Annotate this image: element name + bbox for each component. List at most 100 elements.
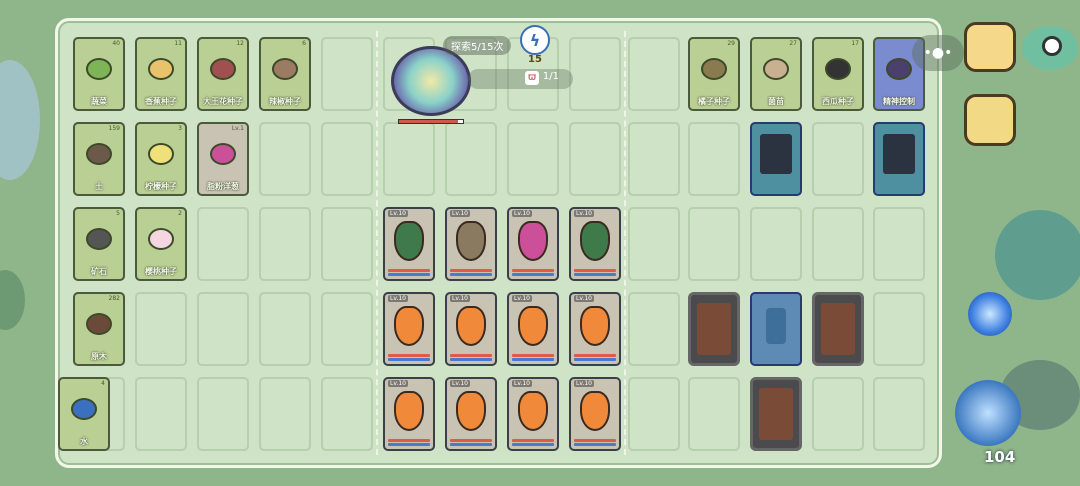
card-label: 菌苗 bbox=[768, 97, 784, 106]
explore-portal[interactable] bbox=[391, 46, 471, 116]
empty-slot[interactable] bbox=[873, 292, 925, 366]
empty-slot[interactable] bbox=[688, 377, 740, 451]
empty-slot[interactable] bbox=[445, 122, 497, 196]
empty-slot[interactable] bbox=[628, 377, 680, 451]
unit-card[interactable]: Lv.10 bbox=[569, 207, 621, 281]
farm-plot[interactable] bbox=[688, 292, 740, 366]
empty-slot[interactable] bbox=[197, 377, 249, 451]
empty-slot[interactable] bbox=[135, 377, 187, 451]
empty-slot[interactable] bbox=[259, 207, 311, 281]
empty-slot[interactable] bbox=[812, 207, 864, 281]
resource-card-ore[interactable]: 5 矿石 bbox=[73, 207, 125, 281]
unit-icon bbox=[456, 391, 486, 431]
empty-slot[interactable] bbox=[135, 292, 187, 366]
unit-card[interactable]: Lv.10 bbox=[569, 292, 621, 366]
unit-card[interactable]: Lv.10 bbox=[383, 377, 435, 451]
empty-slot[interactable] bbox=[321, 377, 373, 451]
resource-card-onion[interactable]: Lv.1 脂粉洋葱 bbox=[197, 122, 249, 196]
empty-slot[interactable] bbox=[507, 122, 559, 196]
unit-level: Lv.10 bbox=[512, 295, 532, 302]
empty-slot[interactable] bbox=[197, 207, 249, 281]
unit-icon bbox=[394, 221, 424, 261]
unit-level: Lv.10 bbox=[574, 210, 594, 217]
card-label: 蔬菜 bbox=[91, 97, 107, 106]
card-label: 矿石 bbox=[91, 267, 107, 276]
empty-slot[interactable] bbox=[321, 37, 373, 111]
card-label: 柠檬种子 bbox=[145, 182, 177, 191]
rafflesia-seed-icon bbox=[207, 49, 239, 89]
empty-slot[interactable] bbox=[569, 122, 621, 196]
empty-slot[interactable] bbox=[259, 122, 311, 196]
lock-icon[interactable] bbox=[964, 94, 1016, 146]
resource-card-melon-seed[interactable]: 17 西瓜种子 bbox=[812, 37, 864, 111]
resource-card-soil[interactable]: 159 土 bbox=[73, 122, 125, 196]
empty-slot[interactable] bbox=[873, 207, 925, 281]
stack-button[interactable] bbox=[964, 22, 1016, 72]
empty-slot[interactable] bbox=[628, 292, 680, 366]
pepper-seed-icon bbox=[269, 49, 301, 89]
unit-card[interactable]: Lv.10 bbox=[445, 292, 497, 366]
empty-slot[interactable] bbox=[873, 377, 925, 451]
resource-card-wood[interactable]: 282 原木 bbox=[73, 292, 125, 366]
unit-card[interactable]: Lv.10 bbox=[383, 292, 435, 366]
resource-card-rafflesia-seed[interactable]: 12 大王花种子 bbox=[197, 37, 249, 111]
empty-slot[interactable] bbox=[321, 122, 373, 196]
processing-machine[interactable] bbox=[750, 122, 802, 196]
unit-card[interactable]: Lv.10 bbox=[569, 377, 621, 451]
lemon-seed-icon bbox=[145, 134, 177, 174]
resource-card-seedling[interactable]: 27 菌苗 bbox=[750, 37, 802, 111]
unit-bars bbox=[388, 438, 430, 446]
resource-card-veg[interactable]: 40 蔬菜 bbox=[73, 37, 125, 111]
unit-card[interactable]: Lv.10 bbox=[445, 377, 497, 451]
empty-slot[interactable] bbox=[321, 207, 373, 281]
unit-card[interactable]: Lv.10 bbox=[445, 207, 497, 281]
processing-machine[interactable] bbox=[873, 122, 925, 196]
card-label: 樱桃种子 bbox=[145, 267, 177, 276]
empty-slot[interactable] bbox=[259, 377, 311, 451]
explore-progress bbox=[398, 119, 464, 124]
empty-slot[interactable] bbox=[812, 377, 864, 451]
unit-bars bbox=[574, 353, 616, 361]
empty-slot[interactable] bbox=[688, 122, 740, 196]
resource-card-water[interactable]: 4水 bbox=[58, 377, 110, 451]
battle-icon[interactable] bbox=[955, 380, 1021, 446]
unit-icon bbox=[518, 306, 548, 346]
empty-slot[interactable] bbox=[321, 292, 373, 366]
unit-card[interactable]: Lv.10 bbox=[507, 292, 559, 366]
empty-slot[interactable] bbox=[688, 207, 740, 281]
menu-button[interactable]: •●• bbox=[912, 35, 964, 71]
empty-slot[interactable] bbox=[812, 122, 864, 196]
unit-icon bbox=[456, 221, 486, 261]
card-label: 香蕉种子 bbox=[145, 97, 177, 106]
bg-plant bbox=[0, 270, 25, 330]
empty-slot[interactable] bbox=[628, 207, 680, 281]
energy-icon[interactable]: ϟ bbox=[520, 25, 550, 55]
farm-plot[interactable] bbox=[812, 292, 864, 366]
resource-card-lemon-seed[interactable]: 3 柠檬种子 bbox=[135, 122, 187, 196]
spirit-icon bbox=[883, 49, 915, 89]
resource-card-pepper-seed[interactable]: 6 辣椒种子 bbox=[259, 37, 311, 111]
resource-card-orange-seed[interactable]: 29 橘子种子 bbox=[688, 37, 740, 111]
unit-icon bbox=[518, 391, 548, 431]
empty-slot[interactable] bbox=[383, 122, 435, 196]
unit-card[interactable]: Lv.10 bbox=[507, 207, 559, 281]
unit-level: Lv.10 bbox=[388, 295, 408, 302]
empty-slot[interactable] bbox=[750, 207, 802, 281]
empty-slot[interactable] bbox=[259, 292, 311, 366]
unit-level: Lv.10 bbox=[450, 295, 470, 302]
empty-slot[interactable] bbox=[569, 37, 621, 111]
sprinkler-machine[interactable] bbox=[750, 292, 802, 366]
eye-icon[interactable] bbox=[1022, 26, 1078, 70]
resource-card-banana-seed[interactable]: 11 香蕉种子 bbox=[135, 37, 187, 111]
unit-level: Lv.10 bbox=[388, 210, 408, 217]
farm-plot[interactable] bbox=[750, 377, 802, 451]
empty-slot[interactable] bbox=[628, 37, 680, 111]
unit-card[interactable]: Lv.10 bbox=[507, 377, 559, 451]
compass-icon[interactable] bbox=[968, 292, 1012, 336]
empty-slot[interactable] bbox=[628, 122, 680, 196]
resource-card-cherry-seed[interactable]: 2 樱桃种子 bbox=[135, 207, 187, 281]
unit-card[interactable]: Lv.10 bbox=[383, 207, 435, 281]
empty-slot[interactable] bbox=[197, 292, 249, 366]
pet-count: 1/1 bbox=[542, 71, 559, 82]
unit-icon bbox=[580, 306, 610, 346]
